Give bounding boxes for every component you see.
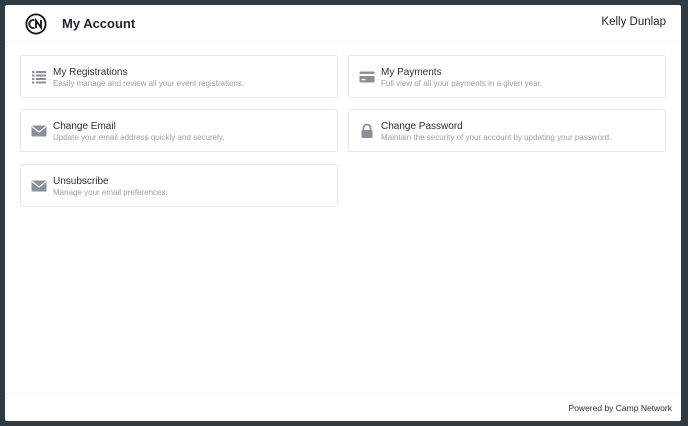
footer: Powered by Camp Network [5, 393, 681, 421]
card-change-email[interactable]: Change Email Update your email address q… [20, 109, 338, 152]
envelope-icon [31, 125, 47, 137]
envelope-icon [31, 180, 47, 192]
card-title: Change Password [381, 121, 463, 132]
lock-icon [361, 123, 373, 138]
card-unsubscribe[interactable]: Unsubscribe Manage your email preference… [20, 164, 338, 207]
card-title: My Payments [381, 67, 442, 78]
card-title: Change Email [53, 121, 116, 132]
camp-network-logo[interactable] [25, 13, 47, 35]
list-icon [32, 71, 46, 84]
card-change-password[interactable]: Change Password Maintain the security of… [348, 109, 666, 152]
card-my-payments[interactable]: My Payments Full view of all your paymen… [348, 55, 666, 98]
card-description: Easily manage and review all your event … [53, 79, 245, 88]
account-window: My Account Kelly Dunlap My Registrations… [5, 5, 681, 421]
credit-card-icon [359, 71, 375, 83]
card-description: Maintain the security of your account by… [381, 133, 612, 142]
powered-by-text[interactable]: Powered by Camp Network [569, 403, 672, 413]
user-name[interactable]: Kelly Dunlap [601, 16, 666, 28]
card-title: My Registrations [53, 67, 128, 78]
header: My Account Kelly Dunlap [5, 5, 681, 42]
card-description: Update your email address quickly and se… [53, 133, 225, 142]
page-title: My Account [62, 16, 136, 31]
card-my-registrations[interactable]: My Registrations Easily manage and revie… [20, 55, 338, 98]
card-description: Full view of all your payments in a give… [381, 79, 542, 88]
card-description: Manage your email preferences. [53, 188, 168, 197]
card-title: Unsubscribe [53, 176, 109, 187]
